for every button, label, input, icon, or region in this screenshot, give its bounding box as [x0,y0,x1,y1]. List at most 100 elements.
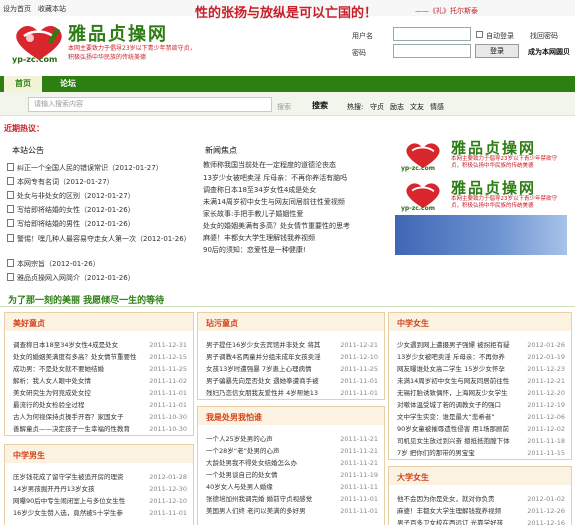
notice-item[interactable]: 雅品贞操网入网简介（2012-01-26） [7,272,197,284]
list-item[interactable]: 一个处男谈自己的处女情 2011-11-19 [206,469,378,481]
notice-item[interactable]: 处女与非处女的区别（2012-01-27） [7,190,197,202]
list-item[interactable]: 少女遇到网上遭摄男子强嫖 被拐拒有疑 2012-01-26 [397,339,565,351]
list-item[interactable]: 男子骗暴先向是否处女 遇她拳遭商手被 2011-11-01 [206,375,378,387]
search-input[interactable]: 请输入搜索内容 [28,97,272,112]
document-icon [7,163,14,171]
forgot-password-link[interactable]: 找回密码 [530,31,558,41]
list-item[interactable]: 7岁 把你们的那带的男宝宝 2011-11-15 [397,447,565,459]
list-item[interactable]: 调查称日本18至34岁女性4成是处女 2011-12-31 [13,339,187,351]
search-button[interactable]: 搜索 [312,100,328,111]
tab-home[interactable]: 首页 [4,76,42,92]
document-icon [7,191,14,199]
panel-header: 美好童贞 [5,313,193,331]
username-field[interactable] [393,27,471,41]
hot-keyword[interactable]: 励志 [390,102,404,112]
set-home-link[interactable]: 设为首页 [3,4,31,14]
document-icon [7,273,14,281]
list-item[interactable]: 解析：我人女人眼中处女情 2011-11-02 [13,375,187,387]
focus-item[interactable]: 调查称日本18至34岁女性4成是处女 [203,185,391,196]
list-item[interactable]: 美国男人们终 老问以美满的多好男 2011-11-01 [206,505,378,517]
list-item[interactable]: 善解童贞——决定孩子一生幸福的性教育 2011-10-30 [13,423,187,435]
list-item[interactable]: 对嗽体温受城了若的调教女子的强口 2011-12-19 [397,399,565,411]
focus-item[interactable]: 未满14周岁初中女生与网友同居前往性爱视频 [203,197,391,208]
focus-item[interactable]: 90后的须知：恋爱性是一种健康! [203,245,391,256]
list-item[interactable]: 残妇乃恋信女朋我友爱性并 4岁帮她13 2011-11-01 [206,387,378,399]
list-item[interactable]: 90岁女童被摧辱遗性侵害 用1场那顾前 2011-12-02 [397,423,565,435]
list-item[interactable]: 女孩13岁时遭强暴 7岁患上心理病情 2011-11-25 [206,363,378,375]
list-item[interactable]: 压岁钱花成了留守学生被追开房的理资 2012-01-28 [13,471,187,483]
hot-keyword[interactable]: 文友 [410,102,424,112]
list-item[interactable]: 无锡打胎诱致偶怀，上海网友少女学生 2011-12-20 [397,387,565,399]
login-button[interactable]: 登录 [475,44,519,58]
focus-item[interactable]: 13岁少女被吧卖淫 斥母亲：不再你养活有脑吗 [203,173,391,184]
hot-keyword[interactable]: 情感 [430,102,444,112]
panel-title[interactable]: 中学男生 [13,450,45,461]
ad-banner[interactable]: 雅品贞操网 本网主要致力于倡导23岁以下青少年禁欲守贞，积极弘扬中华民族的传统美… [395,175,567,215]
panel-header: 中学男生 [5,445,193,463]
auto-login-checkbox[interactable] [476,31,483,38]
panel-header: 中学女生 [389,313,571,331]
focus-item[interactable]: 家长故事:手把手教儿子婚姻性爱 [203,209,391,220]
tab-forum[interactable]: 论坛 [50,76,86,92]
ad-site-name: 雅品贞操网 [451,139,537,157]
list-item[interactable]: 13岁少女被吧卖淫 斥母亲：不再你养 2012-01-19 [397,351,565,363]
list-item[interactable]: 大龄处男我不得处女结婚怎么办 2011-11-21 [206,457,378,469]
focus-item[interactable]: 教师称我国当前处在一定程度的道德沦丧态 [203,160,391,171]
bookmark-link[interactable]: 收藏本站 [38,4,66,14]
list-item[interactable]: 14岁男孩掘开丹丹13岁女孩 2011-12-30 [13,483,187,495]
document-icon [7,205,14,213]
focus-item[interactable]: 麻婆！丰都女大学生理解钱我养视频 [203,233,391,244]
list-item[interactable]: 司机见女生放过到兴奋 摁抵抵抱膛下体 2011-11-18 [397,435,565,447]
notice-item[interactable]: 写给即将结婚的女性（2012-01-26） [7,204,197,216]
list-item[interactable]: 40岁女人与处男人婚缘 2011-11-11 [206,481,378,493]
panel-title[interactable]: 中学女生 [397,318,429,329]
hot-keyword[interactable]: 守贞 [370,102,384,112]
panel-title[interactable]: 美好童贞 [13,318,45,329]
list-item[interactable]: 一个28岁“老”处男的心声 2011-11-21 [206,445,378,457]
list-item[interactable]: 美女研究生为何竞成处女控 2011-11-01 [13,387,187,399]
notice-item[interactable]: 警惕！嘿几种人最容易夺走女人第一次（2012-01-26） [7,233,197,245]
focus-item[interactable]: 处女的婚姻美满有多高？处女情节重要性的思考 [203,221,391,232]
list-item[interactable]: 未满14周岁初中女生与网友同居前往性 2011-12-21 [397,375,565,387]
list-item[interactable]: 男子百多卫女校在西远订 光靠学好孩 2011-12-16 [397,517,565,525]
list-item[interactable]: 麻婆！丰都女大学生理解钱我养视频 2011-12-26 [397,505,565,517]
auto-login-label: 自动登录 [486,32,514,40]
list-item[interactable]: 古人为何视保持贞操手开吞？家国女子 2011-10-30 [13,411,187,423]
password-field[interactable] [393,44,471,58]
notice-item[interactable]: 本网宗旨（2012-01-26） [7,258,197,270]
slogan-signature: ——《礼》托尔斯泰 [415,7,478,15]
notice-item[interactable]: 本网专有名词（2012-01-27） [7,176,197,188]
list-item[interactable]: 处女的婚姻美满度有多高？处女情节重要性 2011-12-15 [13,351,187,363]
list-item[interactable]: 男子调教4名两童并分组未成年女孩卖淫 2011-12-10 [206,351,378,363]
list-item[interactable]: 一个人25岁处男的心声 2011-11-21 [206,433,378,445]
site-description: 本网主要致力于倡导23岁以下青少年禁欲守贞，积极弘扬中华民族的传统美德 [68,45,196,61]
list-item[interactable]: 最流行的处女检验全过程 2011-11-01 [13,399,187,411]
list-item[interactable]: 他不会因为你是处女，就对你负责 2012-01-02 [397,493,565,505]
document-icon [7,259,14,267]
list-item[interactable]: 16岁少女生赞入选，竟然被5十学生参 2011-11-01 [13,507,187,519]
main-nav: 首页 论坛 [0,76,575,92]
document-icon [7,177,14,185]
notice-item[interactable]: 纠正一个全国人民的错误常识（2012-01-27） [7,162,197,174]
join-link[interactable]: 成为本网圆贝 [528,47,570,57]
panel-title[interactable]: 玷污童贞 [206,318,238,329]
panel-title[interactable]: 我是处男我怕谁 [206,412,262,423]
header-slogan: 性的张扬与放纵是可以亡国的！ [195,6,378,21]
ad-banner-blue[interactable] [395,215,567,255]
notice-item[interactable]: 写给即将结婚的男性（2012-01-26） [7,218,197,230]
panel-header: 大学女生 [389,467,571,485]
ad-banner[interactable]: 雅品贞操网 本网主要致力于倡导23岁以下青少年禁欲守贞，积极弘扬中华民族的传统美… [395,135,567,175]
document-icon [7,234,14,242]
list-item[interactable]: 网友曝谁处女高二学生 15岁少女怀孕 2011-12-23 [397,363,565,375]
logo-url: yp-zc.com [12,55,58,64]
panel-title[interactable]: 大学女生 [397,472,429,483]
list-item[interactable]: 网曝90后中专生闹闭室上与多位女生性 2011-12-10 [13,495,187,507]
list-item[interactable]: 男子提任16岁少女去宾馆并非处女 将其 2011-12-21 [206,339,378,351]
site-name: 雅品贞操网 [68,24,168,45]
list-item[interactable]: 文中学生实变：谁是最大“悲希者” 2011-12-06 [397,411,565,423]
list-item[interactable]: 成功男：不是处女就不要她结婚 2011-11-25 [13,363,187,375]
ad-description: 本网主要致力于倡导23岁以下青少年禁欲守贞，积极弘扬中华民族的传统美德 [451,156,557,169]
list-item[interactable]: 张德培加州我调完婚 婚前守贞视感觉 2011-11-01 [206,493,378,505]
panel-college-girls: 大学女生 他不会因为你是处女，就对你负责 2012-01-02 麻婆！丰都女大学生… [388,466,572,525]
notice-title: 本站公告 [12,146,44,155]
